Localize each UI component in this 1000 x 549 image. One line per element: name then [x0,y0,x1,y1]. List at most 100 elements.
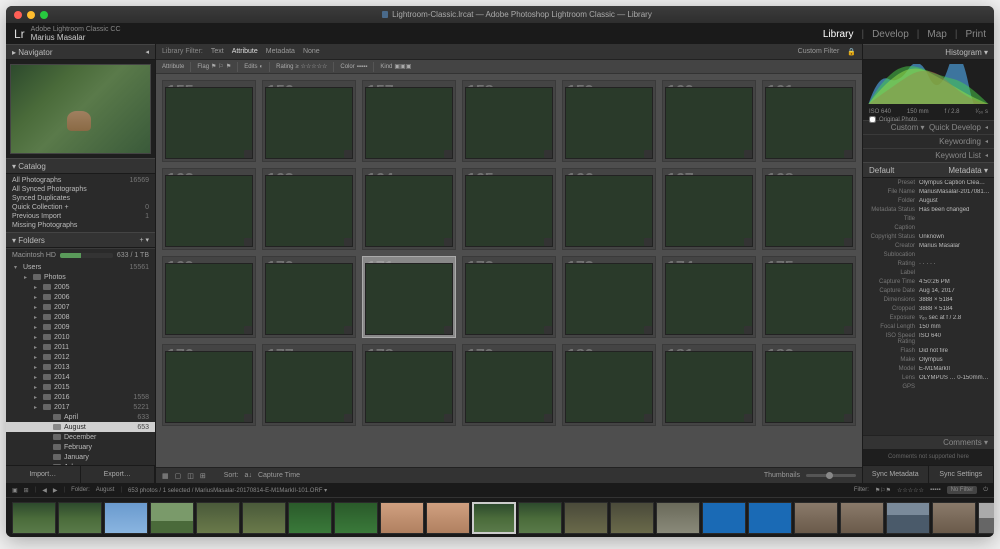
filmstrip-thumb[interactable] [472,502,516,534]
filmstrip-thumb[interactable] [58,502,102,534]
catalog-item[interactable]: Previous Import1 [6,212,155,221]
edits-icon[interactable]: ◐ [260,64,264,70]
filmstrip[interactable] [6,497,994,537]
flag-picked-icon[interactable]: ⚑ [211,63,216,70]
filmstrip-thumb[interactable] [334,502,378,534]
grid-cell[interactable]: 173 [562,256,656,338]
grid-cell[interactable]: 155 [162,80,256,162]
filmstrip-thumb[interactable] [518,502,562,534]
grid-icon[interactable]: ⊞ [24,487,29,494]
folder-row[interactable]: ▸2009 [6,322,155,332]
filter-switch-icon[interactable]: ⏻ [983,487,988,494]
module-map[interactable]: Map [927,29,946,40]
filmstrip-thumb[interactable] [702,502,746,534]
folder-row[interactable]: ▸2008 [6,312,155,322]
grid-cell[interactable]: 168 [762,168,856,250]
filmstrip-thumb[interactable] [656,502,700,534]
navigator-preview[interactable] [6,60,155,158]
grid-cell[interactable]: 172 [462,256,556,338]
grid-cell[interactable]: 181 [662,344,756,426]
folder-row[interactable]: December [6,432,155,442]
grid-cell[interactable]: 170 [262,256,356,338]
folder-row[interactable]: ▾Users15561 [6,262,155,272]
catalog-item[interactable]: Quick Collection +0 [6,203,155,212]
grid-cell[interactable]: 177 [262,344,356,426]
filmstrip-thumb[interactable] [242,502,286,534]
module-print[interactable]: Print [965,29,986,40]
folder-row[interactable]: ▸2007 [6,302,155,312]
color-swatches[interactable]: ▪▪▪▪▪ [357,64,368,70]
nav-back-icon[interactable]: ◀ [42,487,47,494]
filmstrip-thumb[interactable] [288,502,332,534]
folder-row[interactable]: ▸2006 [6,292,155,302]
catalog-item[interactable]: All Photographs16569 [6,176,155,185]
metadata-preset-value[interactable]: Olympus Caption Clea… [919,180,990,186]
folder-row[interactable]: January [6,452,155,462]
grid-cell[interactable]: 174 [662,256,756,338]
folder-row[interactable]: ▸2015 [6,382,155,392]
grid-cell[interactable]: 163 [262,168,356,250]
filter-text[interactable]: Text [211,48,224,55]
sort-field[interactable]: Capture Time [258,472,300,479]
grid-cell[interactable]: 182 [762,344,856,426]
close-icon[interactable] [14,11,22,19]
minimize-icon[interactable] [27,11,35,19]
rating-stars[interactable]: ≥ ☆☆☆☆☆ [296,63,328,70]
grid-cell[interactable]: 175 [762,256,856,338]
navigator-header[interactable]: ▸ Navigator◂ [6,44,155,60]
grid-cell[interactable]: 169 [162,256,256,338]
grid-cell[interactable]: 162 [162,168,256,250]
filmstrip-thumb[interactable] [886,502,930,534]
metadata-header[interactable]: Default Metadata ▾ [863,162,994,178]
comments-header[interactable]: Comments ▾ [863,435,994,449]
grid-view[interactable]: 1551561571581591601611621631641651661671… [156,74,862,467]
folder-row[interactable]: ▸2011 [6,342,155,352]
sync-settings-button[interactable]: Sync Settings [929,466,995,483]
filter-attribute[interactable]: Attribute [232,48,258,55]
flag-rejected-icon[interactable]: ⚑ [226,63,231,70]
no-filter-button[interactable]: No Filter [947,486,978,494]
import-button[interactable]: Import… [6,466,81,483]
grid-cell[interactable]: 176 [162,344,256,426]
catalog-header[interactable]: ▾ Catalog [6,158,155,174]
second-window-icon[interactable]: ▣ [12,487,18,494]
filmstrip-thumb[interactable] [104,502,148,534]
filmstrip-flag-icon[interactable]: ⚑⚐⚑ [875,487,891,494]
folder-row[interactable]: ▸2010 [6,332,155,342]
view-compare-icon[interactable]: ◫ [187,472,194,480]
grid-cell[interactable]: 165 [462,168,556,250]
folder-row[interactable]: ▸2014 [6,372,155,382]
folder-row[interactable]: February [6,442,155,452]
module-library[interactable]: Library [823,29,854,40]
catalog-item[interactable]: Synced Duplicates [6,194,155,203]
folder-row[interactable]: ▸2013 [6,362,155,372]
filmstrip-rating[interactable]: ☆☆☆☆☆ [897,487,924,494]
grid-cell[interactable]: 179 [462,344,556,426]
filmstrip-thumb[interactable] [840,502,884,534]
view-grid-icon[interactable]: ▦ [162,472,169,480]
catalog-item[interactable]: All Synced Photographs [6,185,155,194]
module-develop[interactable]: Develop [872,29,909,40]
view-survey-icon[interactable]: ⊞ [200,472,206,480]
folder-row[interactable]: ▸20161558 [6,392,155,402]
folder-row[interactable]: ▸2012 [6,352,155,362]
grid-cell[interactable]: 171 [362,256,456,338]
filmstrip-color[interactable]: ▪▪▪▪▪ [930,487,941,493]
grid-cell[interactable]: 167 [662,168,756,250]
folder-row[interactable]: April633 [6,412,155,422]
export-button[interactable]: Export… [81,466,156,483]
flag-unflagged-icon[interactable]: ⚐ [218,63,223,70]
view-loupe-icon[interactable]: ▢ [175,472,182,480]
sort-direction-icon[interactable]: a↓ [245,472,252,479]
grid-cell[interactable]: 166 [562,168,656,250]
folder-row[interactable]: ▸2005 [6,282,155,292]
grid-cell[interactable]: 157 [362,80,456,162]
original-photo-checkbox[interactable] [869,116,876,123]
filmstrip-thumb[interactable] [196,502,240,534]
filter-metadata[interactable]: Metadata [266,48,295,55]
folder-row[interactable]: ▸Photos [6,272,155,282]
filter-lock-icon[interactable]: 🔒 [847,48,856,56]
grid-cell[interactable]: 160 [662,80,756,162]
folder-row[interactable]: ▸20175221 [6,402,155,412]
keyword-list-header[interactable]: Keyword List◂ [863,148,994,162]
